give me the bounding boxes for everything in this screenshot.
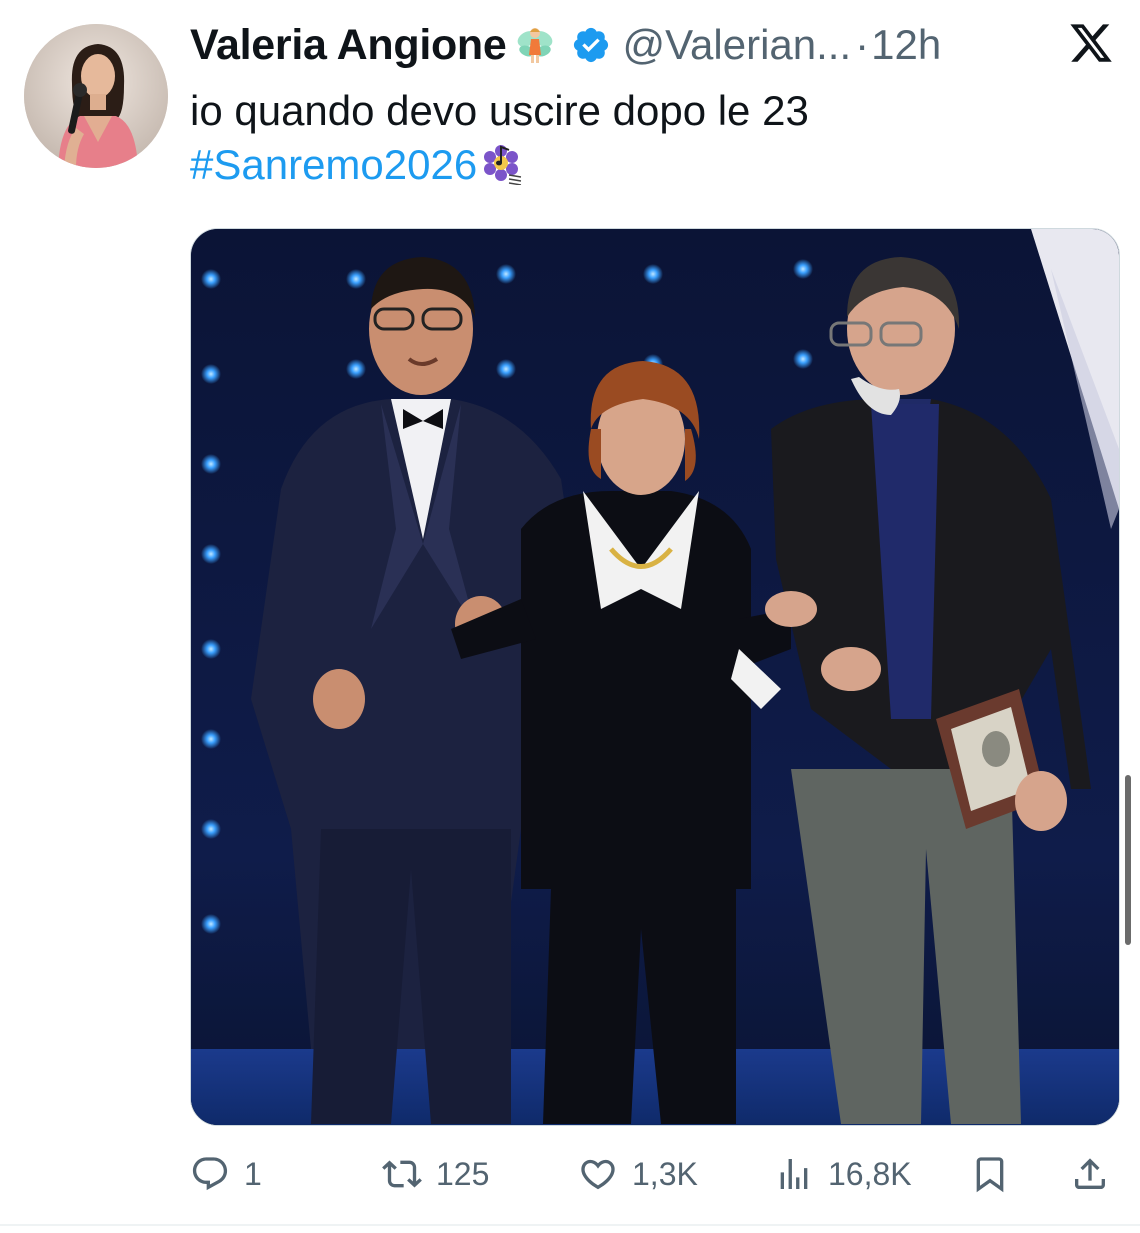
reply-icon [192, 1157, 228, 1191]
views-button[interactable]: 16,8K [774, 1146, 912, 1202]
hashtag-link[interactable]: #Sanremo2026 [190, 141, 477, 188]
display-name[interactable]: Valeria Angione [190, 21, 507, 70]
tweet-header: Valeria Angione @Valerian... · 12h [190, 14, 941, 76]
bookmark-button[interactable] [970, 1146, 1010, 1202]
tweet-photo[interactable] [190, 228, 1120, 1126]
user-handle[interactable]: @Valerian... [623, 21, 852, 69]
scrollbar[interactable] [1125, 775, 1131, 945]
repost-button[interactable]: 125 [382, 1146, 489, 1202]
repost-count: 125 [436, 1155, 490, 1192]
tweet-text-line: io quando devo uscire dopo le 23 [190, 87, 809, 134]
reply-count: 1 [244, 1155, 262, 1192]
avatar[interactable] [24, 24, 168, 168]
share-icon [1075, 1158, 1105, 1189]
tweet[interactable]: Valeria Angione @Valerian... · 12h io qu… [0, 0, 1140, 1233]
share-button[interactable] [1070, 1146, 1110, 1202]
divider [0, 1224, 1140, 1226]
separator-dot: · [855, 21, 870, 68]
x-logo-icon [1068, 20, 1114, 66]
sanremo-flower-music-emoji [479, 141, 523, 186]
bookmark-icon [976, 1157, 1004, 1193]
heart-icon [581, 1159, 615, 1190]
repost-icon [382, 1160, 422, 1188]
tweet-text: io quando devo uscire dopo le 23 #Sanrem… [190, 84, 809, 192]
views-count: 16,8K [828, 1155, 912, 1192]
like-button[interactable]: 1,3K [578, 1146, 698, 1202]
fairy-emoji [513, 23, 557, 67]
timestamp[interactable]: 12h [871, 21, 941, 69]
like-count: 1,3K [632, 1155, 698, 1192]
verified-badge-icon [571, 25, 611, 65]
views-icon [780, 1159, 808, 1189]
tweet-actions: 1 125 1,3K 16,8K [190, 1146, 1120, 1202]
reply-button[interactable]: 1 [190, 1146, 262, 1202]
